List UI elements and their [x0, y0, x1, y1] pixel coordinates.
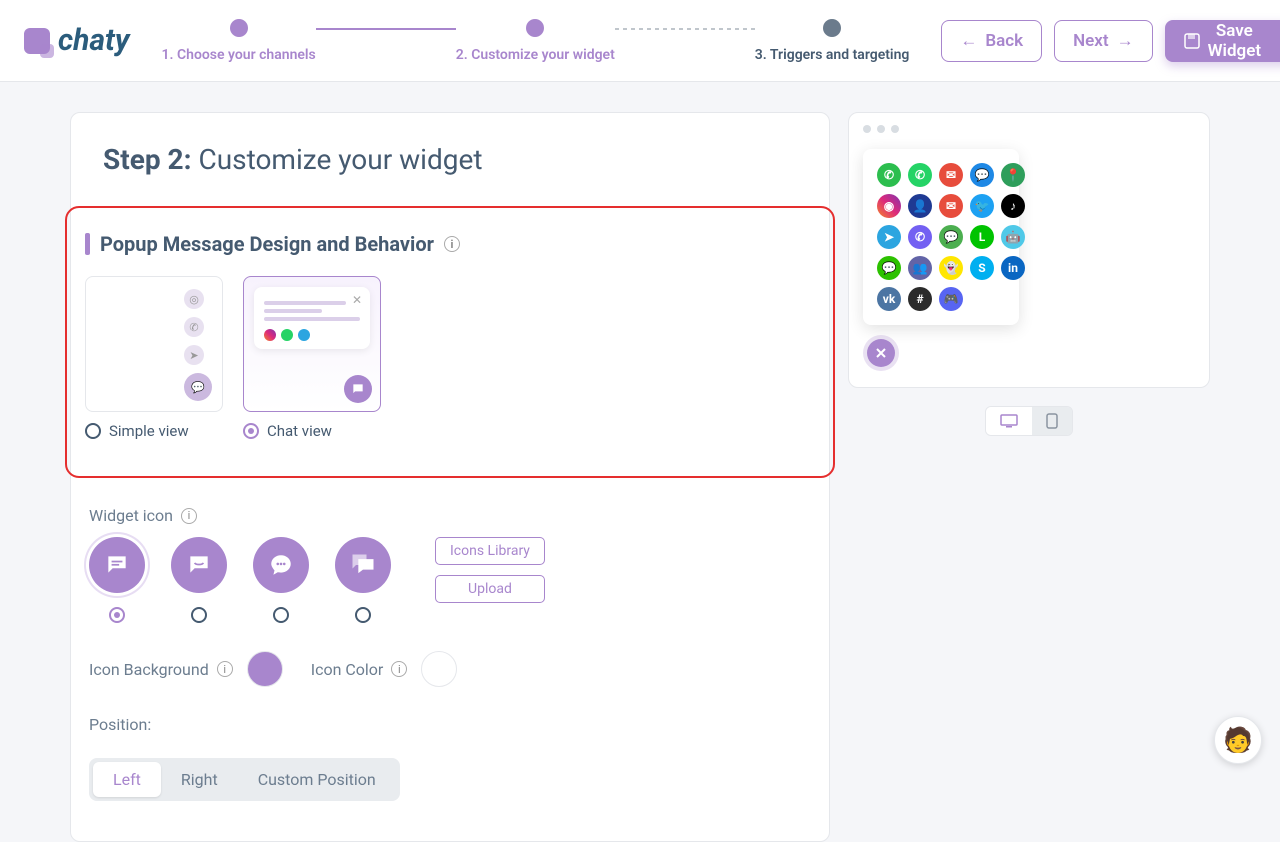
twitter-icon[interactable]: ●🐦 [970, 194, 994, 218]
chat-view-label: Chat view [267, 422, 332, 440]
chat-bubble-icon [89, 537, 145, 593]
step-2[interactable]: 2. Customize your widget [456, 19, 615, 63]
telegram-icon[interactable]: ●➤ [877, 225, 901, 249]
save-widget-button[interactable]: Save Widget [1165, 20, 1280, 62]
logo-text: chaty [58, 23, 130, 58]
icon-radio[interactable] [355, 607, 371, 623]
chat-view-option[interactable]: ✕ [243, 276, 381, 440]
maps-icon[interactable]: ●📍 [1001, 163, 1025, 187]
double-bubble-icon [335, 537, 391, 593]
chat-bubble-icon [344, 375, 372, 403]
logo: chaty [24, 23, 130, 58]
top-bar: chaty 1. Choose your channels 2. Customi… [0, 0, 1280, 82]
position-segmented: Left Right Custom Position [89, 758, 400, 801]
close-widget-button[interactable] [867, 339, 895, 367]
position-left[interactable]: Left [93, 762, 161, 797]
widget-icon-option-1[interactable] [89, 537, 145, 623]
icons-library-button[interactable]: Icons Library [435, 537, 545, 565]
chat-view-radio[interactable] [243, 423, 259, 439]
position-right[interactable]: Right [161, 762, 238, 797]
position-section: Position: Left Right Custom Position [89, 715, 829, 801]
info-icon[interactable]: i [217, 661, 233, 677]
simple-view-option[interactable]: ◎ ✆ ➤ 💬 Simple view [85, 276, 223, 440]
dots-bubble-icon [253, 537, 309, 593]
icon-radio[interactable] [109, 607, 125, 623]
close-icon: ✕ [352, 293, 362, 307]
skype-icon[interactable]: ●S [970, 256, 994, 280]
phone-icon[interactable]: ●✆ [877, 163, 901, 187]
settings-panel: Step 2: Customize your widget Popup Mess… [70, 112, 830, 842]
sms-icon[interactable]: ●✉ [939, 194, 963, 218]
email-icon[interactable]: ●✉ [939, 163, 963, 187]
bot-icon[interactable]: ●🤖 [1001, 225, 1025, 249]
simple-view-radio[interactable] [85, 423, 101, 439]
upload-button[interactable]: Upload [435, 575, 545, 603]
desktop-toggle[interactable] [986, 407, 1032, 435]
color-section: Icon Background i Icon Color i [89, 651, 829, 687]
widget-icon-option-4[interactable] [335, 537, 391, 623]
step-connector [316, 28, 456, 30]
vk-icon[interactable]: ●vk [877, 287, 901, 311]
back-label: Back [985, 31, 1023, 51]
messenger-icon[interactable]: ●💬 [970, 163, 994, 187]
support-avatar[interactable]: 🧑 [1214, 716, 1262, 764]
next-label: Next [1073, 31, 1109, 51]
step-1[interactable]: 1. Choose your channels [162, 19, 316, 63]
icon-color-label: Icon Color [311, 660, 384, 679]
snapchat-icon[interactable]: ●👻 [939, 256, 963, 280]
contact-icon[interactable]: ●👤 [908, 194, 932, 218]
info-icon[interactable]: i [391, 661, 407, 677]
position-custom[interactable]: Custom Position [238, 762, 396, 797]
line-icon[interactable]: ●L [970, 225, 994, 249]
viber-icon[interactable]: ●✆ [908, 225, 932, 249]
simple-view-label: Simple view [109, 422, 189, 440]
save-icon [1184, 33, 1200, 49]
widget-icon-option-3[interactable] [253, 537, 309, 623]
instagram-icon[interactable]: ●◉ [877, 194, 901, 218]
section-title: Popup Message Design and Behavior i [85, 232, 815, 256]
whatsapp-icon[interactable]: ●✆ [908, 163, 932, 187]
header-actions: ← Back Next → Save Widget [941, 20, 1280, 62]
popup-design-section: Popup Message Design and Behavior i ◎ ✆ … [65, 206, 835, 478]
info-icon[interactable]: i [181, 508, 197, 524]
slack-icon[interactable]: ●# [908, 287, 932, 311]
preview-panel: ●✆ ●✆ ●✉ ●💬 ●📍 ●◉ ●👤 ●✉ ●🐦 ●♪ ●➤ ●✆ ●💬 ●L ●🤖 ●💬 ●👥 ●👻 ●S ●i… [848, 112, 1210, 842]
wechat-m-icon[interactable]: ●💬 [939, 225, 963, 249]
position-label: Position: [89, 715, 151, 734]
wechat-icon[interactable]: ●💬 [877, 256, 901, 280]
step-connector [615, 28, 755, 30]
device-toggle [848, 406, 1210, 436]
widget-icon-label: Widget icon [89, 506, 173, 525]
info-icon[interactable]: i [444, 236, 460, 252]
icon-radio[interactable] [191, 607, 207, 623]
arrow-right-icon: → [1117, 31, 1134, 51]
mobile-toggle[interactable] [1032, 407, 1072, 435]
whatsapp-icon: ✆ [184, 317, 204, 337]
stepper: 1. Choose your channels 2. Customize you… [162, 19, 910, 63]
icon-radio[interactable] [273, 607, 289, 623]
telegram-icon: ➤ [184, 345, 204, 365]
icon-bg-label: Icon Background [89, 660, 209, 679]
smile-bubble-icon [171, 537, 227, 593]
teams-icon[interactable]: ●👥 [908, 256, 932, 280]
tiktok-icon[interactable]: ●♪ [1001, 194, 1025, 218]
instagram-icon: ◎ [184, 289, 204, 309]
step-3[interactable]: 3. Triggers and targeting [755, 19, 910, 63]
save-label: Save Widget [1208, 21, 1261, 61]
logo-icon [24, 28, 50, 54]
chat-bubble-icon: 💬 [184, 373, 212, 401]
arrow-left-icon: ← [960, 31, 977, 51]
preview-window: ●✆ ●✆ ●✉ ●💬 ●📍 ●◉ ●👤 ●✉ ●🐦 ●♪ ●➤ ●✆ ●💬 ●L ●🤖 ●💬 ●👥 ●👻 ●S ●i… [848, 112, 1210, 388]
icon-color-swatch[interactable] [421, 651, 457, 687]
linkedin-icon[interactable]: ●in [1001, 256, 1025, 280]
channels-popup: ●✆●✆●✉●💬●📍●◉●👤●✉●🐦●♪●➤●✆●💬●L●🤖●💬●👥●👻●S●i… [863, 149, 1019, 325]
icon-bg-swatch[interactable] [247, 651, 283, 687]
next-button[interactable]: Next → [1054, 20, 1153, 62]
widget-icon-section: Widget icon i [89, 506, 829, 623]
back-button[interactable]: ← Back [941, 20, 1042, 62]
discord-icon[interactable]: ●🎮 [939, 287, 963, 311]
widget-icon-option-2[interactable] [171, 537, 227, 623]
window-controls [849, 113, 1209, 145]
page-title: Step 2: Customize your widget [103, 143, 829, 176]
